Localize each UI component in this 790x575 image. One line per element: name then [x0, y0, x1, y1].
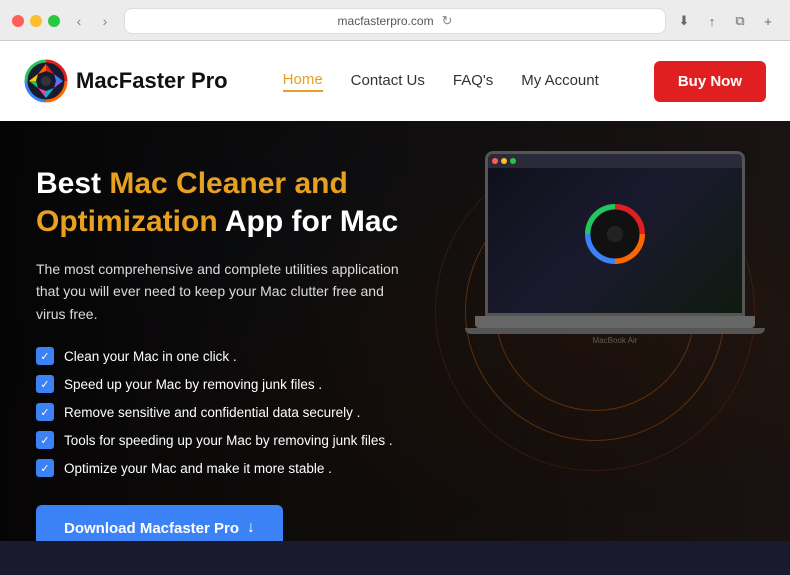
maximize-button[interactable]	[48, 15, 60, 27]
download-arrow-icon: ↓	[247, 519, 255, 537]
hero-text-content: Best Mac Cleaner and Optimization App fo…	[0, 121, 460, 541]
nav-home[interactable]: Home	[283, 71, 323, 92]
list-item: ✓ Tools for speeding up your Mac by remo…	[36, 431, 424, 449]
site-header: MacFaster Pro Home Contact Us FAQ's My A…	[0, 41, 790, 121]
check-icon: ✓	[36, 347, 54, 365]
download-button-text: Download Macfaster Pro	[64, 520, 239, 537]
nav-faqs[interactable]: FAQ's	[453, 72, 493, 91]
feature-text: Remove sensitive and confidential data s…	[64, 405, 360, 420]
laptop-brand: MacBook Air	[460, 336, 770, 345]
laptop-screen	[485, 151, 745, 316]
url-text: macfasterpro.com	[338, 14, 434, 28]
laptop-mockup: MacBook Air	[460, 151, 770, 345]
nav-account[interactable]: My Account	[521, 72, 599, 91]
laptop-screen-content	[488, 154, 742, 313]
website-content: MacFaster Pro Home Contact Us FAQ's My A…	[0, 41, 790, 541]
refresh-icon[interactable]: ↻	[442, 13, 453, 29]
list-item: ✓ Clean your Mac in one click .	[36, 347, 424, 365]
check-icon: ✓	[36, 431, 54, 449]
hero-section: MacBook Air Best Mac Cleaner and Optimiz…	[0, 121, 790, 541]
hero-title-plain: Best	[36, 167, 109, 200]
browser-navigation: ‹ ›	[68, 10, 116, 32]
hero-title-end: App for Mac	[218, 205, 399, 238]
new-tab-icon[interactable]: ⧉	[730, 11, 750, 31]
logo[interactable]: MacFaster Pro	[24, 59, 228, 103]
logo-text: MacFaster Pro	[76, 68, 228, 94]
forward-button[interactable]: ›	[94, 10, 116, 32]
laptop-bottom	[465, 328, 765, 334]
nav-contact[interactable]: Contact Us	[351, 72, 425, 91]
list-item: ✓ Optimize your Mac and make it more sta…	[36, 459, 424, 477]
main-nav: Home Contact Us FAQ's My Account	[283, 71, 599, 92]
download-icon[interactable]: ⬇	[674, 11, 694, 31]
check-icon: ✓	[36, 459, 54, 477]
check-icon: ✓	[36, 403, 54, 421]
download-button[interactable]: Download Macfaster Pro ↓	[36, 505, 283, 541]
feature-text: Optimize your Mac and make it more stabl…	[64, 461, 332, 476]
buy-now-button[interactable]: Buy Now	[654, 61, 766, 102]
browser-chrome: ‹ › macfasterpro.com ↻ ⬇ ↑ ⧉ +	[0, 0, 790, 41]
add-tab-button[interactable]: +	[758, 11, 778, 31]
window-controls	[12, 15, 60, 27]
logo-icon	[24, 59, 68, 103]
features-list: ✓ Clean your Mac in one click . ✓ Speed …	[36, 347, 424, 477]
browser-actions: ⬇ ↑ ⧉ +	[674, 11, 778, 31]
app-logo-on-screen	[585, 204, 645, 264]
check-icon: ✓	[36, 375, 54, 393]
back-button[interactable]: ‹	[68, 10, 90, 32]
list-item: ✓ Remove sensitive and confidential data…	[36, 403, 424, 421]
feature-text: Tools for speeding up your Mac by removi…	[64, 433, 393, 448]
hero-title-highlight: Mac Cleaner and	[109, 167, 347, 200]
address-bar[interactable]: macfasterpro.com ↻	[124, 8, 666, 34]
minimize-button[interactable]	[30, 15, 42, 27]
laptop-base	[475, 316, 755, 328]
share-icon[interactable]: ↑	[702, 11, 722, 31]
feature-text: Clean your Mac in one click .	[64, 349, 237, 364]
hero-title: Best Mac Cleaner and Optimization App fo…	[36, 165, 424, 240]
close-button[interactable]	[12, 15, 24, 27]
hero-title-optimize: Optimization	[36, 205, 218, 238]
list-item: ✓ Speed up your Mac by removing junk fil…	[36, 375, 424, 393]
hero-description: The most comprehensive and complete util…	[36, 258, 416, 325]
feature-text: Speed up your Mac by removing junk files…	[64, 377, 322, 392]
